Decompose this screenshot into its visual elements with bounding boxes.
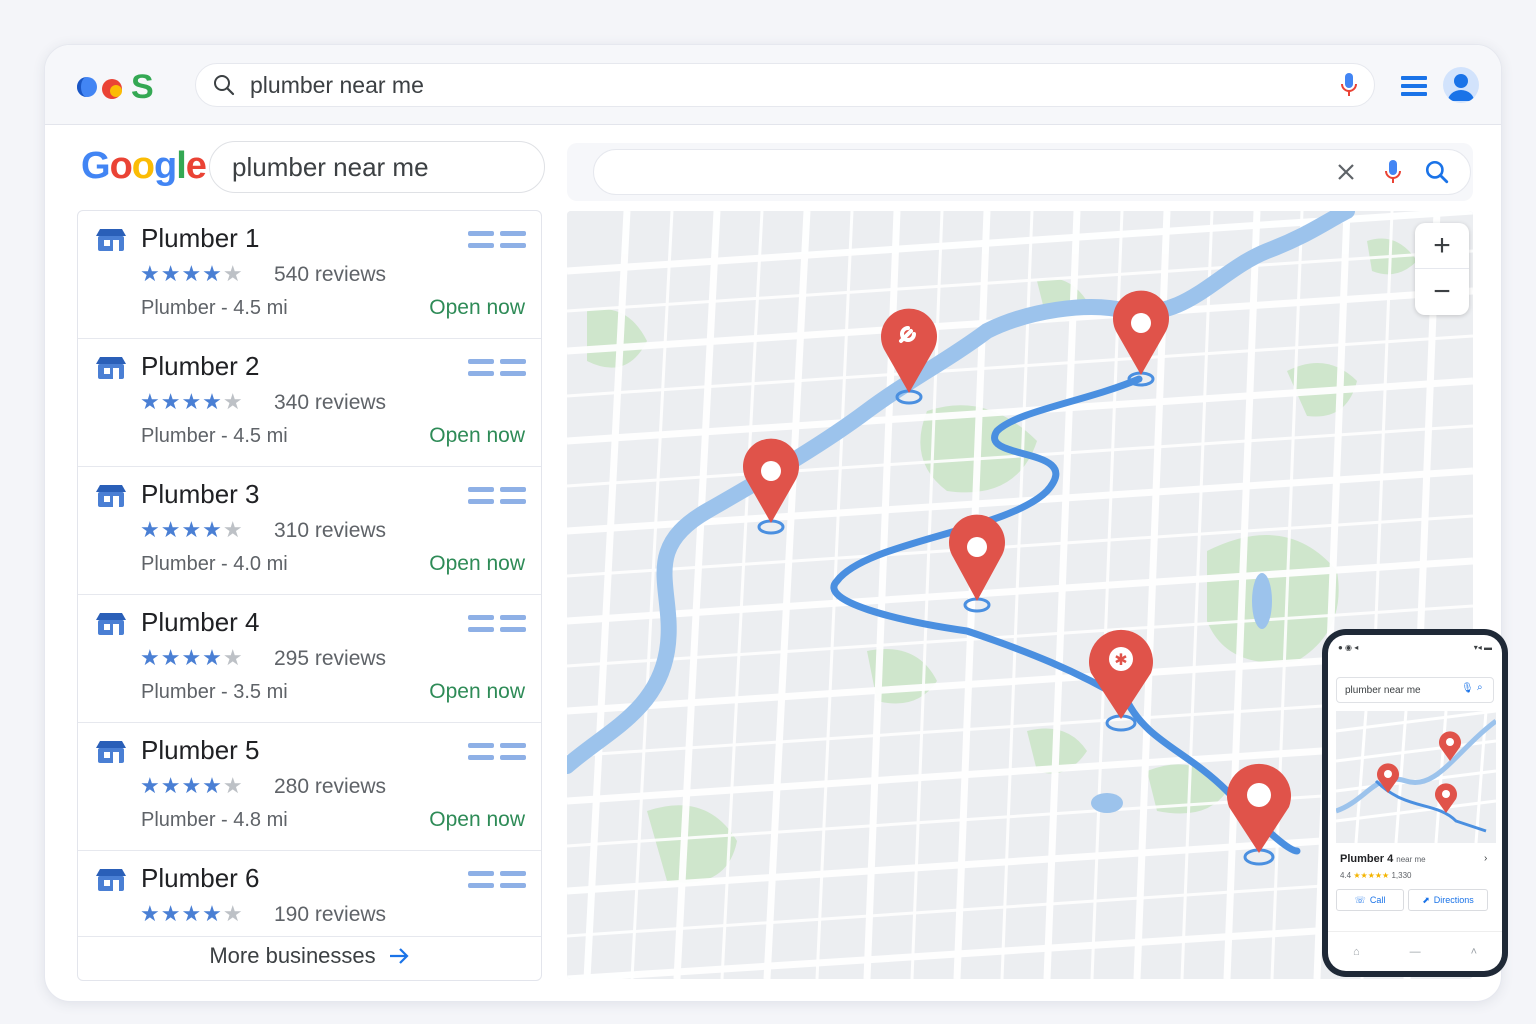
rating-stars: ★★★★★ [140,389,244,414]
google-logo[interactable]: Google [81,145,207,188]
rating-stars: ★★★★★ [140,645,244,670]
search-icon [212,73,236,97]
review-count: 540 reviews [274,263,387,286]
result-name[interactable]: Plumber 6 [141,863,260,894]
search-icon[interactable] [1424,159,1450,185]
chevron-up-icon[interactable]: ˄ [1471,946,1477,958]
rating-stars: ★★★★★ [140,517,244,542]
directions-label: Directions [1433,895,1474,905]
result-meta: Plumber - 4.5 mi [141,425,288,447]
open-status: Open now [429,552,525,575]
nav-bar-icon[interactable]: — [1410,946,1421,958]
phone-search-input[interactable]: plumber near me 🎙 ⌕ [1336,677,1494,703]
svg-text:S: S [131,68,154,103]
rating-stars: ★★★★★ [140,773,244,798]
open-status: Open now [429,680,525,703]
rating-stars: ★★★★★ [140,261,244,286]
review-count: 310 reviews [274,519,387,542]
business-icon [96,869,126,891]
map-search-input[interactable] [593,149,1471,195]
open-status: Open now [429,808,525,831]
result-name[interactable]: Plumber 3 [141,479,260,510]
phone-rating-value: 4.4 [1340,871,1352,880]
user-icon [1448,74,1474,101]
more-options-icon[interactable] [468,485,528,507]
open-status: Open now [429,424,525,447]
home-icon[interactable]: ⌂ [1353,946,1360,958]
result-item[interactable]: Plumber 1 ★★★★★ 540 reviews Plumber - 4.5 m… [78,211,541,339]
svg-text:✱: ✱ [1114,650,1127,669]
app-logo[interactable]: S [75,67,165,103]
phone-result-rating: 4.4 ★★★★★ 1,330 [1340,871,1411,880]
open-status: Open now [429,296,525,319]
rating-stars: ★★★★★ [140,901,244,926]
map-search-bar [567,143,1473,201]
phone-screen: ● ◉ ◂▾◂ ▬ plumber near me 🎙 ⌕ Plumber 4 [1328,635,1502,971]
avatar[interactable] [1443,67,1479,103]
result-meta: Plumber - 3.5 mi [141,681,288,703]
result-meta: Plumber - 4.5 mi [141,297,288,319]
more-businesses-link[interactable]: More businesses [78,932,541,980]
business-icon [96,229,126,251]
clear-icon[interactable] [1334,160,1358,184]
top-search-bar[interactable]: plumber near me [195,63,1375,107]
more-options-icon[interactable] [468,357,528,379]
menu-icon[interactable] [1399,71,1429,101]
microphone-icon[interactable] [1384,159,1402,185]
phone-map-canvas[interactable] [1336,711,1496,843]
business-icon [96,357,126,379]
phone-call-icon: ☏ [1354,894,1366,905]
result-name[interactable]: Plumber 5 [141,735,260,766]
results-search-input[interactable]: plumber near me [209,141,545,193]
directions-icon: ⬈ [1422,894,1430,905]
directions-button[interactable]: ⬈ Directions [1408,889,1488,911]
search-icon[interactable]: ⌕ [1477,682,1483,693]
zoom-in-button[interactable]: + [1415,223,1469,269]
business-icon [96,485,126,507]
phone-map[interactable] [1336,711,1496,843]
result-item[interactable]: Plumber 3 ★★★★★ 310 reviews Plumber - 4.0 m… [78,467,541,595]
result-name[interactable]: Plumber 2 [141,351,260,382]
result-name[interactable]: Plumber 4 [141,607,260,638]
more-options-icon[interactable] [468,613,528,635]
browser-window: S plumber near me Google plumber near me… [44,44,1502,1002]
result-item[interactable]: Plumber 5 ★★★★★ 280 reviews Plumber - 4.8 m… [78,723,541,851]
results-list: Plumber 1 ★★★★★ 540 reviews Plumber - 4.5 m… [77,210,542,981]
more-options-icon[interactable] [468,229,528,251]
top-search-query[interactable]: plumber near me [250,72,1340,99]
phone-result-name[interactable]: Plumber 4 near me [1340,853,1426,865]
result-meta: Plumber - 4.8 mi [141,809,288,831]
result-item[interactable]: Plumber 6 ★★★★★ 190 reviews [78,851,541,937]
zoom-controls: + − [1415,223,1469,315]
call-label: Call [1369,895,1386,905]
chevron-right-icon[interactable]: › [1484,853,1487,864]
top-bar: S plumber near me [45,45,1501,125]
result-name[interactable]: Plumber 1 [141,223,260,254]
business-icon [96,613,126,635]
phone-status-bar: ● ◉ ◂ ▾◂ ▬ [1338,643,1492,652]
more-businesses-label: More businesses [209,943,376,968]
phone-result-title: Plumber 4 [1340,853,1394,865]
arrow-right-icon [389,948,409,964]
phone-result-suffix: near me [1396,855,1426,864]
more-options-icon[interactable] [468,869,528,891]
phone-search-query: plumber near me [1345,685,1421,696]
business-icon [96,741,126,763]
review-count: 295 reviews [274,647,387,670]
review-count: 340 reviews [274,391,387,414]
phone-mockup: ● ◉ ◂▾◂ ▬ plumber near me 🎙 ⌕ Plumber 4 [1322,629,1508,977]
phone-review-count: 1,330 [1391,871,1412,880]
result-item[interactable]: Plumber 4 ★★★★★ 295 reviews Plumber - 3.5 m… [78,595,541,723]
microphone-icon[interactable]: 🎙 [1461,683,1474,694]
phone-bottom-nav: ⌂ — ˄ [1328,931,1502,971]
microphone-icon[interactable] [1340,72,1358,98]
result-meta: Plumber - 4.0 mi [141,553,288,575]
zoom-out-button[interactable]: − [1415,269,1469,315]
result-item[interactable]: Plumber 2 ★★★★★ 340 reviews Plumber - 4.5 m… [78,339,541,467]
review-count: 190 reviews [274,903,387,926]
call-button[interactable]: ☏ Call [1336,889,1404,911]
more-options-icon[interactable] [468,741,528,763]
review-count: 280 reviews [274,775,387,798]
phone-rating-stars: ★★★★★ [1353,871,1390,880]
